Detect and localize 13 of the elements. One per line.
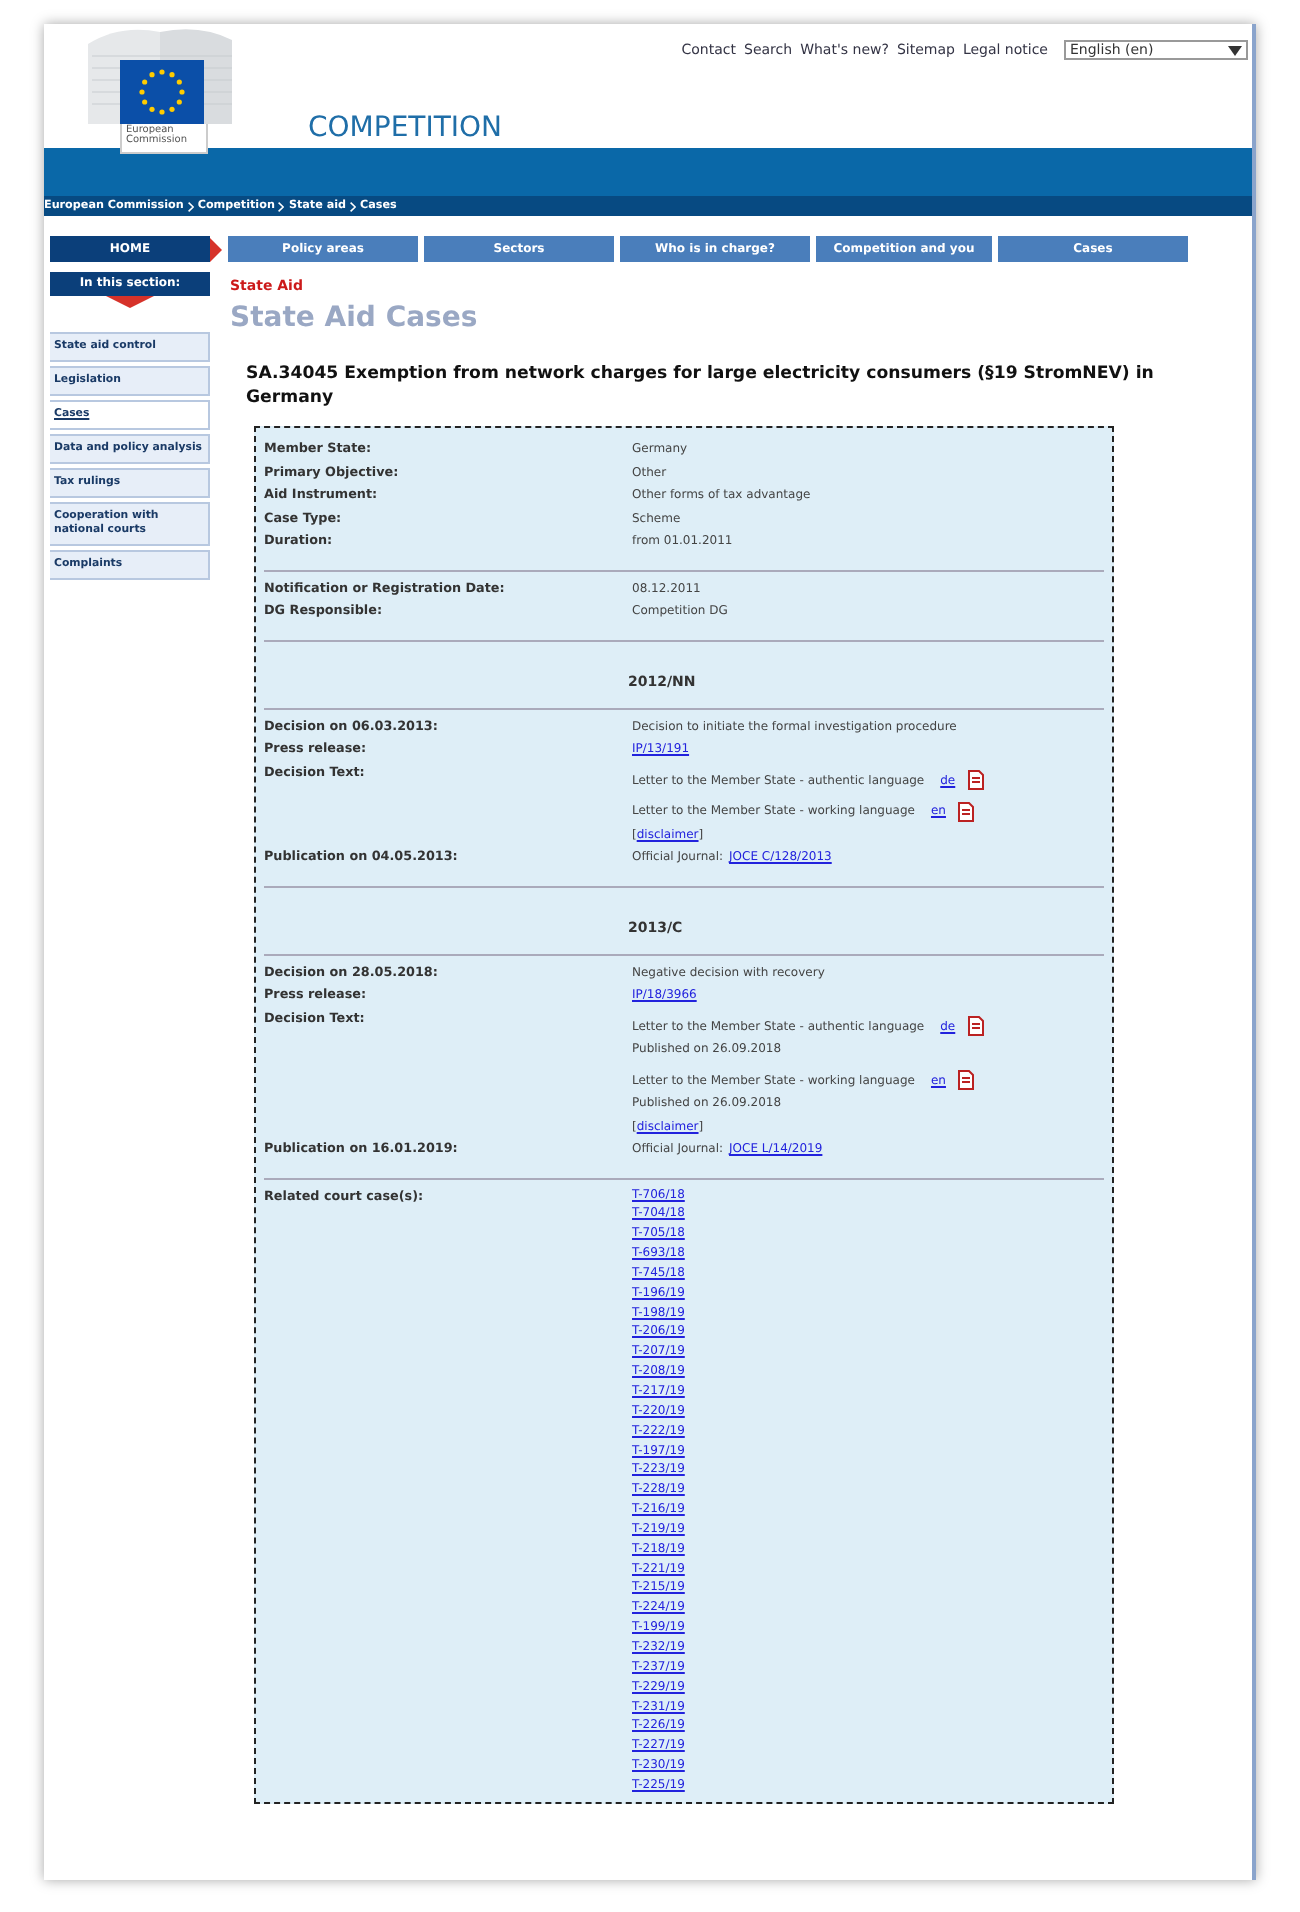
page-title: State Aid Cases — [230, 302, 480, 334]
pdf-icon[interactable] — [967, 770, 984, 791]
pdf-icon[interactable] — [967, 1016, 984, 1037]
triangle-icon — [210, 237, 222, 261]
chevron-icon — [187, 201, 194, 211]
pdf-icon[interactable] — [957, 801, 974, 822]
caret-icon — [1228, 45, 1242, 55]
case-title: SA.34045 Exemption from network charges for large electricity consumers (§19 StromNEV) in Germany — [246, 362, 1156, 411]
chevron-icon — [106, 296, 154, 308]
chevron-icon — [350, 201, 357, 211]
pdf-icon[interactable] — [957, 1070, 974, 1091]
site-title: COMPETITION — [308, 112, 503, 148]
chevron-icon — [278, 201, 285, 211]
